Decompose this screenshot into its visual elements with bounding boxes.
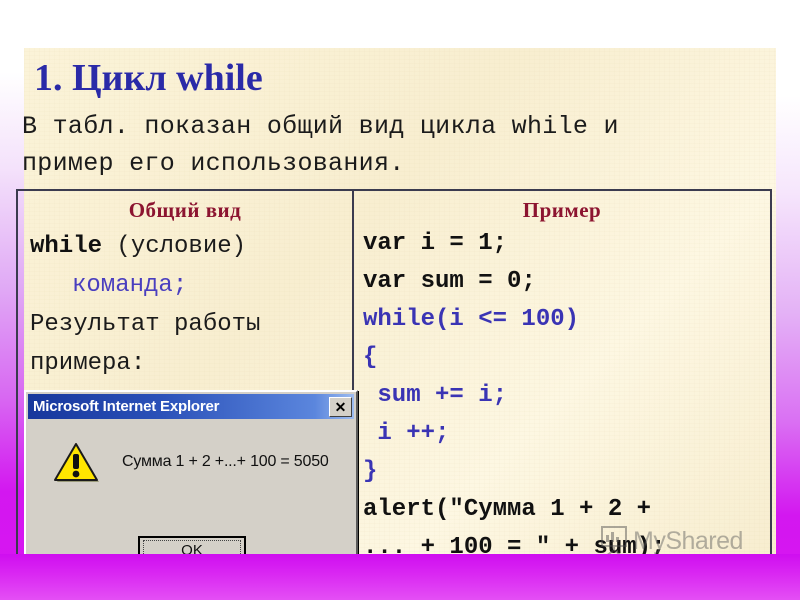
while-condition: (условие) xyxy=(102,233,247,260)
code-line-4: { xyxy=(363,344,378,371)
code-line-3: while(i <= 100) xyxy=(363,306,580,333)
dialog-body: Сумма 1 + 2 +...+ 100 = 5050 OK xyxy=(26,419,356,564)
general-view-line-1: while (условие) xyxy=(30,227,352,266)
example-code-block: var i = 1; var sum = 0; while(i <= 100) { s… xyxy=(354,223,770,561)
close-icon[interactable]: ✕ xyxy=(329,396,352,417)
general-view-line-3: Результат работы xyxy=(30,311,261,338)
code-line-2: var sum = 0; xyxy=(363,268,536,295)
intro-paragraph: В табл. показан общий вид цикла while и … xyxy=(22,108,767,182)
bottom-gradient-band xyxy=(0,554,800,600)
code-line-8: alert("Сумма 1 + 2 + xyxy=(363,496,652,523)
slide-canvas: 1. Цикл while В табл. показан общий вид … xyxy=(0,0,800,600)
dialog-title: Microsoft Internet Explorer xyxy=(33,398,220,415)
code-line-1: var i = 1; xyxy=(363,230,508,257)
while-keyword: while xyxy=(30,233,103,260)
page-title: 1. Цикл while xyxy=(34,57,263,99)
dialog-message: Сумма 1 + 2 +...+ 100 = 5050 xyxy=(122,453,329,470)
intro-line-1: В табл. показан общий вид цикла while и xyxy=(22,112,619,141)
general-view-line-4: примера: xyxy=(30,350,146,377)
general-view-body: while (условие) команда; Результат работ… xyxy=(18,223,352,383)
warning-triangle-icon xyxy=(54,443,99,482)
code-line-5: sum += i; xyxy=(363,382,508,409)
ie-alert-dialog: Microsoft Internet Explorer ✕ Сумма 1 + … xyxy=(24,390,358,564)
code-line-6: i ++; xyxy=(363,420,450,447)
column-header-example: Пример xyxy=(522,198,602,222)
dialog-titlebar[interactable]: Microsoft Internet Explorer ✕ xyxy=(28,394,354,419)
column-header-general-view: Общий вид xyxy=(128,198,242,222)
intro-line-2: пример его использования. xyxy=(22,149,405,178)
table-cell-example: Пример var i = 1; var sum = 0; while(i <= … xyxy=(354,191,770,561)
code-line-7: } xyxy=(363,458,378,485)
general-view-line-2: команда; xyxy=(72,272,188,299)
